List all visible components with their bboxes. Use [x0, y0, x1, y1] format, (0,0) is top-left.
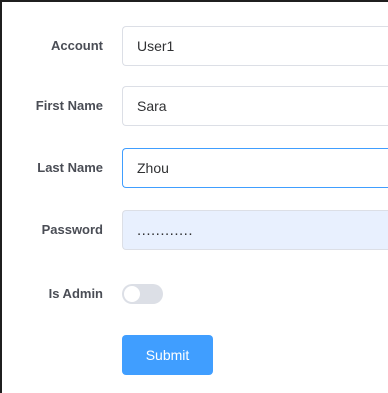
password-input[interactable]	[122, 210, 388, 250]
last-name-row: Last Name	[2, 148, 388, 188]
toggle-knob	[124, 286, 140, 302]
first-name-row: First Name	[2, 86, 388, 126]
account-label: Account	[51, 38, 103, 53]
is-admin-label: Is Admin	[48, 286, 103, 301]
user-form: Account First Name Last Name Password Is…	[0, 0, 388, 393]
first-name-label: First Name	[35, 98, 103, 113]
submit-button[interactable]: Submit	[122, 335, 213, 375]
password-row: Password	[2, 210, 388, 250]
last-name-label: Last Name	[37, 160, 103, 175]
first-name-input[interactable]	[122, 86, 388, 126]
is-admin-toggle[interactable]	[122, 284, 163, 304]
last-name-input[interactable]	[122, 148, 388, 188]
account-input[interactable]	[122, 26, 388, 66]
is-admin-row: Is Admin	[2, 274, 388, 314]
password-label: Password	[41, 222, 103, 237]
account-row: Account	[2, 26, 388, 66]
